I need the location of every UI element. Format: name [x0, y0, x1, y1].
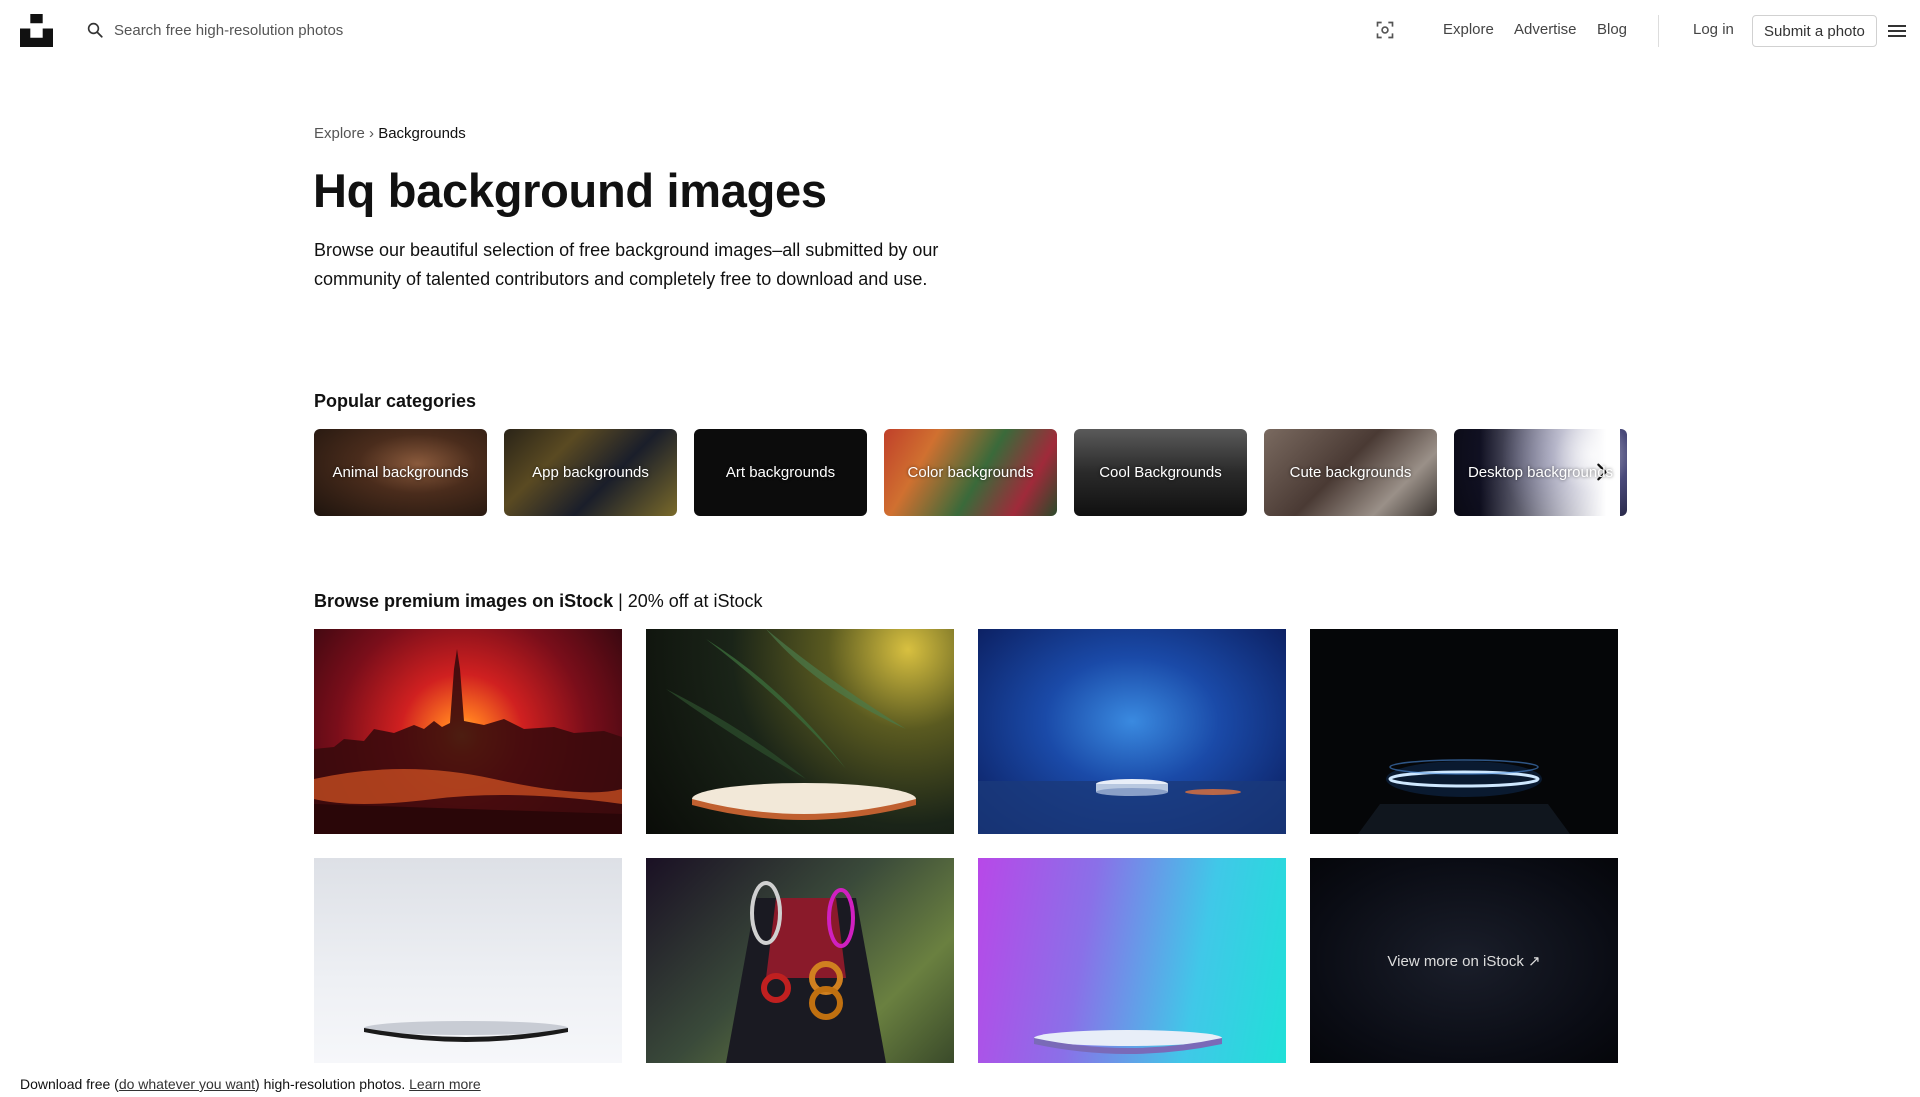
istock-image-leaf-podium[interactable] — [646, 629, 954, 834]
login-link[interactable]: Log in — [1693, 21, 1734, 38]
category-cute[interactable]: Cute backgrounds — [1264, 429, 1437, 516]
category-art[interactable]: Art backgrounds — [694, 429, 867, 516]
nav-explore[interactable]: Explore — [1443, 21, 1494, 38]
category-label: App backgrounds — [532, 464, 649, 481]
category-app[interactable]: App backgrounds — [504, 429, 677, 516]
category-label: Animal backgrounds — [332, 464, 469, 481]
city-skyline-illustration — [314, 649, 622, 834]
istock-section-title: Browse premium images on iStock | 20% of… — [314, 591, 763, 612]
breadcrumb-current: Backgrounds — [378, 125, 466, 142]
breadcrumb-separator: › — [369, 125, 375, 142]
breadcrumb: Explore › Backgrounds — [314, 125, 466, 142]
gradient-podium-illustration — [1034, 1030, 1222, 1054]
license-suffix: ) high-resolution photos. — [255, 1076, 406, 1092]
learn-more-link[interactable]: Learn more — [409, 1076, 481, 1092]
submit-photo-button[interactable]: Submit a photo — [1752, 15, 1877, 47]
license-prefix: Download free ( — [20, 1076, 119, 1092]
nav-blog[interactable]: Blog — [1597, 21, 1627, 38]
category-label: Cute backgrounds — [1289, 464, 1412, 481]
category-label: Desktop backgrounds — [1467, 464, 1614, 481]
white-podium-illustration — [364, 1021, 568, 1042]
search-input[interactable] — [114, 21, 514, 39]
top-navbar: Explore Advertise Blog Log in Submit a p… — [0, 0, 1920, 62]
leaf-podium-illustration — [666, 629, 916, 820]
popular-categories-title: Popular categories — [314, 391, 477, 411]
category-label: Cool Backgrounds — [1099, 464, 1222, 481]
view-more-istock-link[interactable]: View more on iStock ↗ — [1387, 952, 1540, 970]
istock-title-promo[interactable]: | 20% off at iStock — [613, 591, 762, 611]
category-label: Art backgrounds — [725, 464, 836, 481]
license-banner: Download free (do whatever you want) hig… — [20, 1076, 481, 1092]
istock-image-climbing-gear[interactable] — [646, 858, 954, 1063]
nav-divider — [1658, 15, 1659, 47]
neon-podium-illustration — [1358, 759, 1570, 834]
license-link[interactable]: do whatever you want — [119, 1076, 255, 1092]
category-label: Color backgrounds — [907, 464, 1034, 481]
hamburger-menu-icon[interactable] — [1887, 22, 1907, 40]
istock-title-bold: Browse premium images on iStock — [314, 591, 614, 611]
istock-image-white-podium[interactable] — [314, 858, 622, 1063]
istock-view-more-tile[interactable]: View more on iStock ↗ — [1310, 858, 1618, 1063]
climbing-gear-illustration — [726, 881, 886, 1063]
istock-image-blue-podium[interactable] — [978, 629, 1286, 834]
visual-search-icon[interactable] — [1375, 20, 1395, 40]
istock-image-neon-podium[interactable] — [1310, 629, 1618, 834]
category-cool[interactable]: Cool Backgrounds — [1074, 429, 1247, 516]
category-color[interactable]: Color backgrounds — [884, 429, 1057, 516]
category-desktop[interactable]: Desktop backgrounds — [1454, 429, 1627, 516]
page-description: Browse our beautiful selection of free b… — [314, 240, 939, 289]
category-carousel: Animal backgrounds App backgrounds Art b… — [314, 429, 1627, 516]
unsplash-logo-icon[interactable] — [20, 14, 53, 47]
blue-podium-illustration — [978, 779, 1286, 834]
breadcrumb-explore[interactable]: Explore — [314, 125, 365, 142]
category-animal[interactable]: Animal backgrounds — [314, 429, 487, 516]
page-title: Hq background images — [313, 164, 827, 217]
nav-advertise[interactable]: Advertise — [1514, 21, 1577, 38]
search-icon[interactable] — [86, 21, 104, 39]
search-bar[interactable] — [86, 19, 514, 41]
istock-image-gradient-podium[interactable] — [978, 858, 1286, 1063]
istock-image-city-sunset[interactable] — [314, 629, 622, 834]
